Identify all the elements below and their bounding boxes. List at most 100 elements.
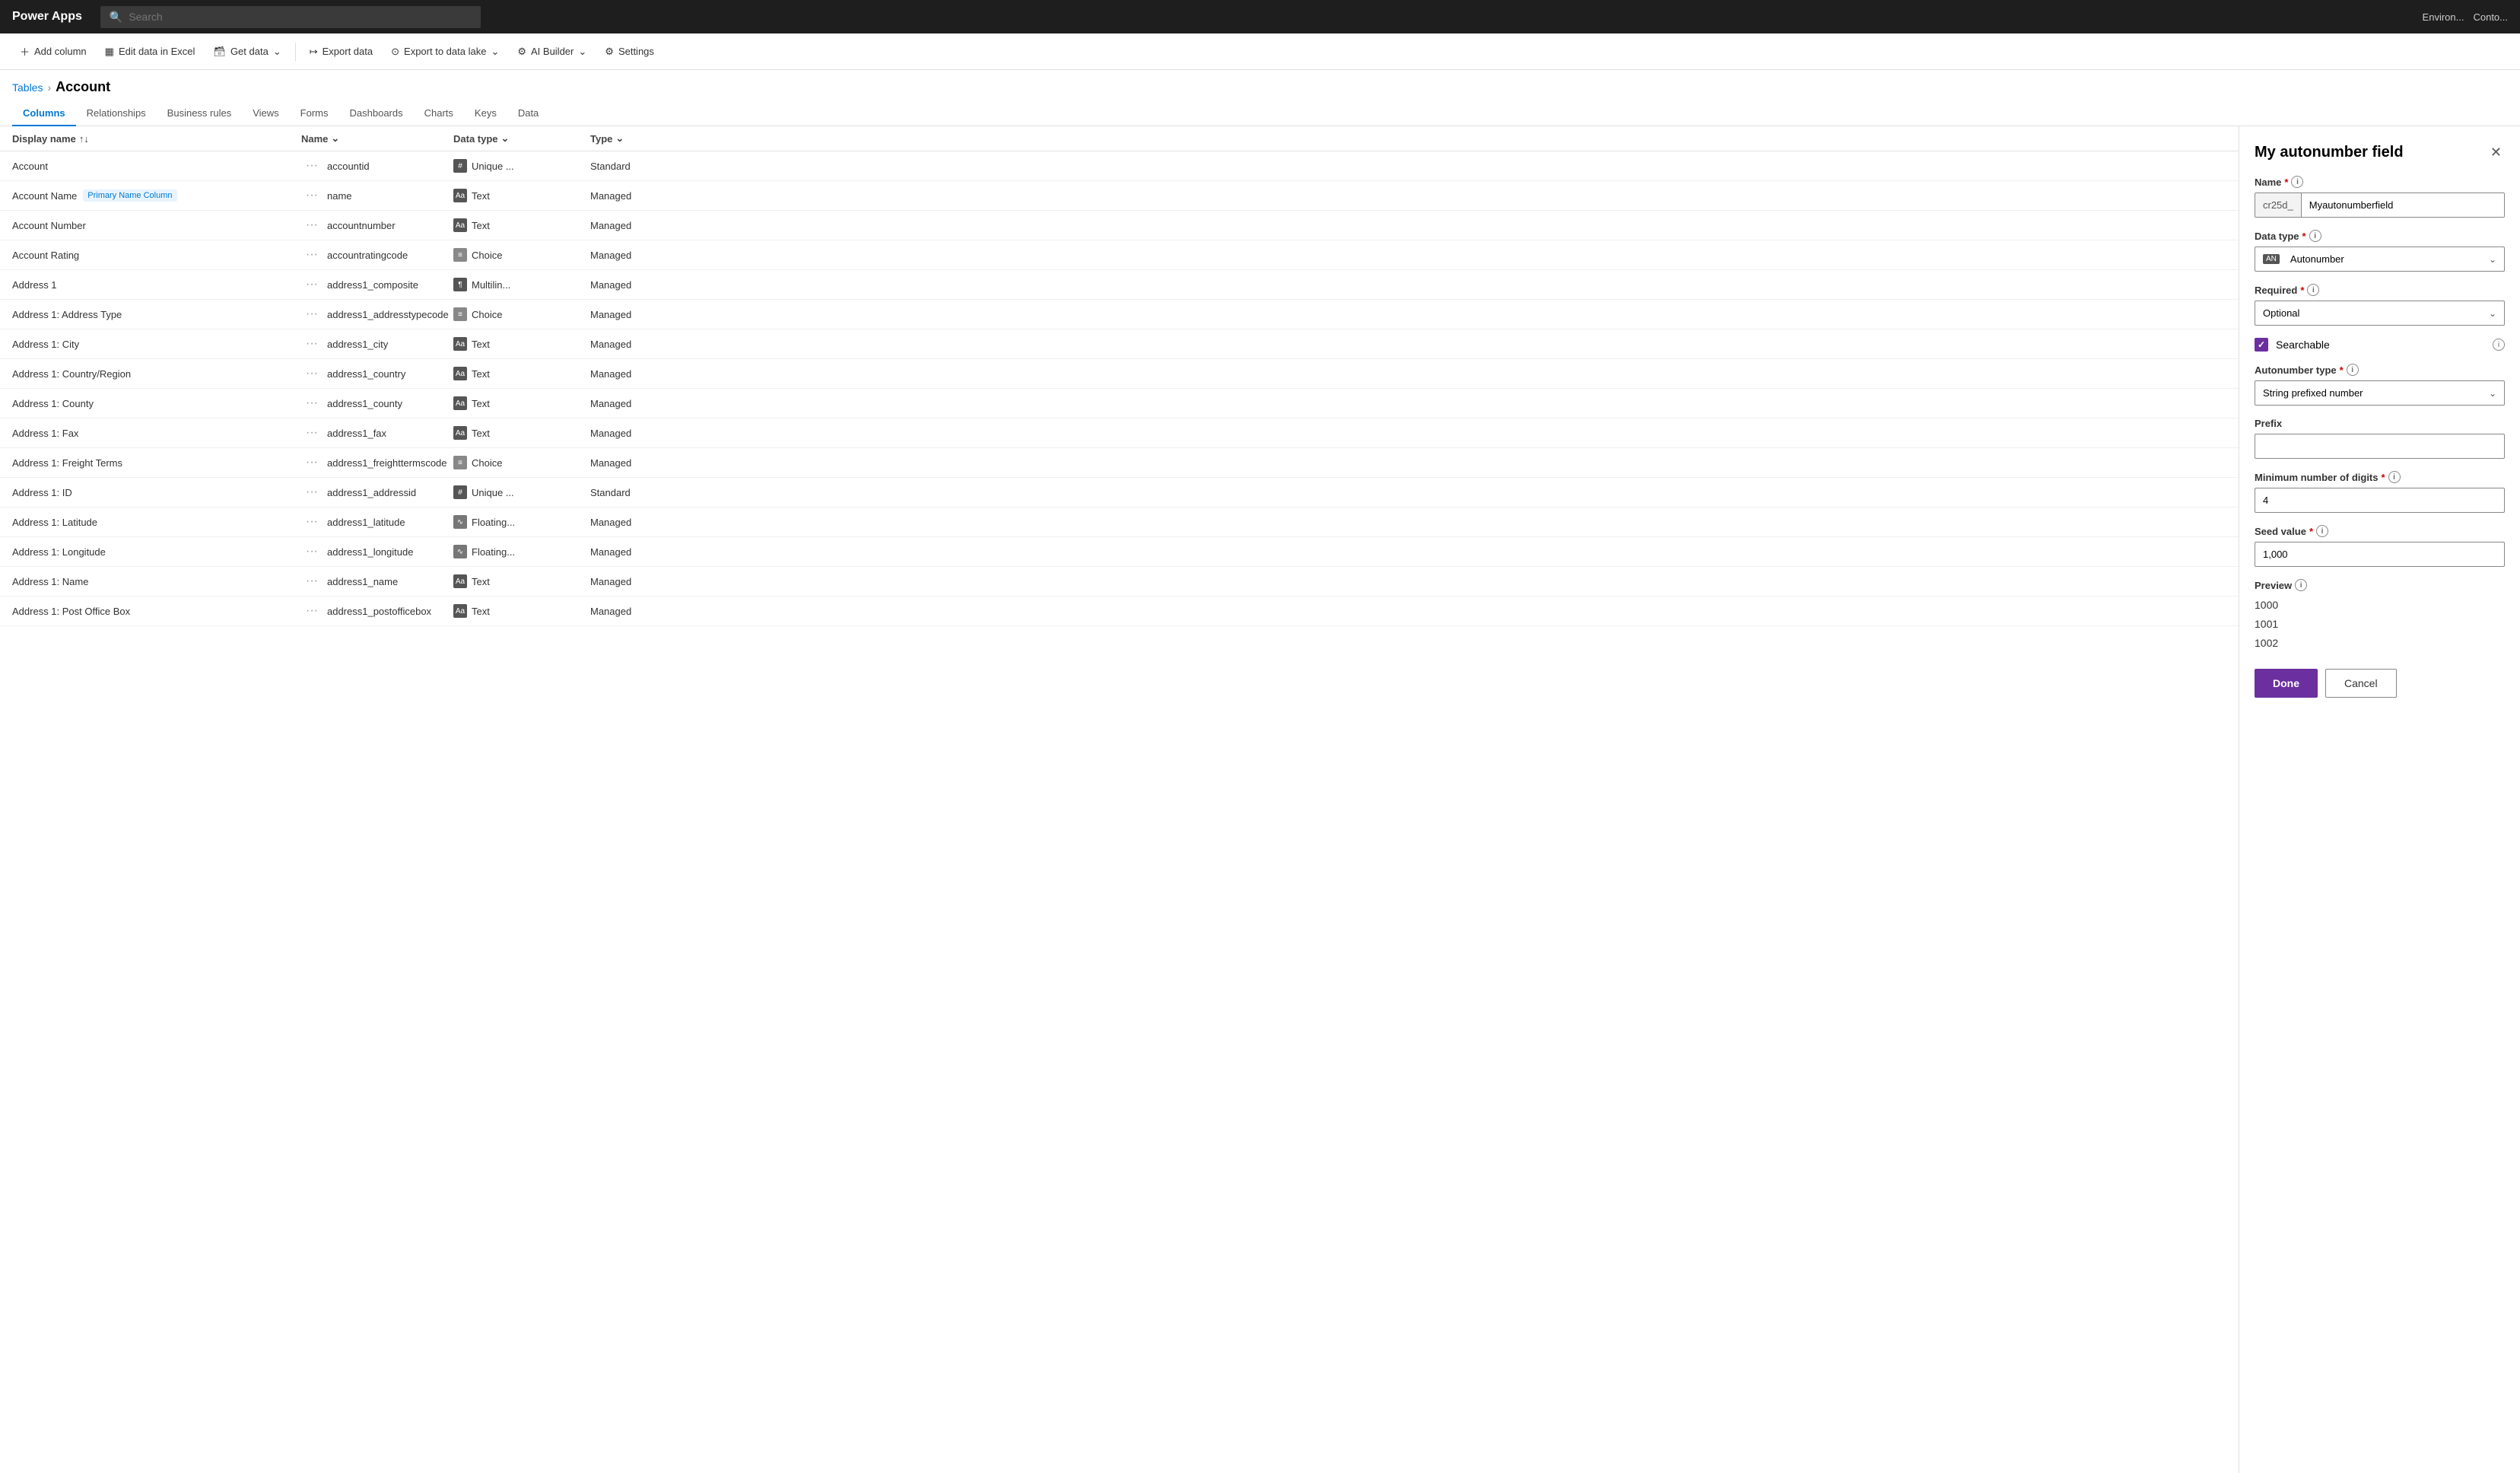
seed-input[interactable] — [2255, 542, 2505, 567]
row-name: address1_longitude — [327, 546, 413, 558]
name-info-icon[interactable]: i — [2291, 176, 2303, 188]
cancel-button[interactable]: Cancel — [2325, 669, 2397, 698]
autonumber-type-dropdown[interactable]: String prefixed number ⌄ — [2255, 380, 2505, 406]
done-button[interactable]: Done — [2255, 669, 2318, 698]
table-row[interactable]: Address 1: City ··· address1_city Aa Tex… — [0, 329, 2239, 359]
min-digits-info-icon[interactable]: i — [2388, 471, 2401, 483]
tab-columns[interactable]: Columns — [12, 101, 76, 126]
table-row[interactable]: Account ··· accountid # Unique ... Stand… — [0, 151, 2239, 181]
edit-excel-button[interactable]: ▦ Edit data in Excel — [97, 41, 203, 62]
seed-info-icon[interactable]: i — [2316, 525, 2328, 537]
required-required-star: * — [2300, 285, 2304, 296]
row-name: address1_county — [327, 398, 402, 409]
table-header: Display name ↑↓ Name ⌄ Data type ⌄ Type … — [0, 126, 2239, 151]
row-context-menu-button[interactable]: ··· — [301, 336, 323, 352]
th-data-type[interactable]: Data type ⌄ — [453, 132, 590, 145]
row-context-menu-button[interactable]: ··· — [301, 454, 323, 471]
search-input[interactable] — [129, 11, 472, 23]
table-row[interactable]: Address 1: Post Office Box ··· address1_… — [0, 597, 2239, 626]
th-type[interactable]: Type ⌄ — [590, 132, 712, 145]
row-context-menu-button[interactable]: ··· — [301, 365, 323, 382]
th-name[interactable]: Name ⌄ — [301, 132, 453, 145]
tab-views[interactable]: Views — [242, 101, 289, 126]
row-data-type: Aa Text — [453, 396, 590, 410]
name-filter-icon: ⌄ — [331, 132, 339, 145]
searchable-info-icon[interactable]: i — [2493, 339, 2505, 351]
row-name: address1_composite — [327, 279, 418, 291]
tabs-bar: Columns Relationships Business rules Vie… — [0, 101, 2520, 126]
tab-business-rules[interactable]: Business rules — [157, 101, 243, 126]
row-context-menu-button[interactable]: ··· — [301, 425, 323, 441]
table-row[interactable]: Address 1: Country/Region ··· address1_c… — [0, 359, 2239, 389]
table-row[interactable]: Address 1: Latitude ··· address1_latitud… — [0, 507, 2239, 537]
row-context-menu-button[interactable]: ··· — [301, 543, 323, 560]
row-context-menu-button[interactable]: ··· — [301, 484, 323, 501]
data-type-info-icon[interactable]: i — [2309, 230, 2321, 242]
tab-data[interactable]: Data — [507, 101, 549, 126]
required-dropdown[interactable]: Optional ⌄ — [2255, 301, 2505, 326]
prefix-field-group: Prefix — [2255, 418, 2505, 459]
min-digits-input[interactable] — [2255, 488, 2505, 513]
env-label: Environ... — [2423, 11, 2464, 23]
row-name: accountratingcode — [327, 250, 408, 261]
preview-info-icon[interactable]: i — [2295, 579, 2307, 591]
settings-button[interactable]: ⚙ Settings — [597, 41, 662, 62]
tab-keys[interactable]: Keys — [464, 101, 507, 126]
export-lake-button[interactable]: ⊙ Export to data lake ⌄ — [383, 41, 507, 62]
tab-dashboards[interactable]: Dashboards — [339, 101, 414, 126]
table-row[interactable]: Address 1: ID ··· address1_addressid # U… — [0, 478, 2239, 507]
table-row[interactable]: Address 1: Longitude ··· address1_longit… — [0, 537, 2239, 567]
row-dots-and-name: ··· name — [301, 187, 453, 204]
table-row[interactable]: Address 1 ··· address1_composite ¶ Multi… — [0, 270, 2239, 300]
row-dots-and-name: ··· accountid — [301, 157, 453, 174]
add-column-button[interactable]: ＋ Add column — [12, 40, 94, 63]
columns-table: Display name ↑↓ Name ⌄ Data type ⌄ Type … — [0, 126, 2239, 1473]
table-row[interactable]: Address 1: Address Type ··· address1_add… — [0, 300, 2239, 329]
row-name: name — [327, 190, 352, 202]
row-context-menu-button[interactable]: ··· — [301, 603, 323, 619]
search-bar[interactable]: 🔍 — [100, 6, 481, 28]
table-row[interactable]: Address 1: Name ··· address1_name Aa Tex… — [0, 567, 2239, 597]
th-display-name[interactable]: Display name ↑↓ — [12, 132, 301, 145]
breadcrumb: Tables › Account — [0, 70, 2520, 95]
data-type-dropdown[interactable]: AN Autonumber ⌄ — [2255, 247, 2505, 272]
row-data-type: Aa Text — [453, 367, 590, 380]
row-context-menu-button[interactable]: ··· — [301, 306, 323, 323]
searchable-left: Searchable — [2255, 338, 2330, 352]
row-context-menu-button[interactable]: ··· — [301, 187, 323, 204]
row-context-menu-button[interactable]: ··· — [301, 157, 323, 174]
row-context-menu-button[interactable]: ··· — [301, 573, 323, 590]
required-chevron-icon: ⌄ — [2489, 308, 2496, 319]
ai-icon: ⚙ — [517, 46, 526, 58]
row-context-menu-button[interactable]: ··· — [301, 514, 323, 530]
searchable-checkbox[interactable] — [2255, 338, 2268, 352]
datatype-icon: Aa — [453, 218, 467, 232]
tab-relationships[interactable]: Relationships — [76, 101, 157, 126]
datatype-icon: ∿ — [453, 545, 467, 558]
table-row[interactable]: Address 1: Freight Terms ··· address1_fr… — [0, 448, 2239, 478]
table-row[interactable]: Address 1: Fax ··· address1_fax Aa Text … — [0, 418, 2239, 448]
row-context-menu-button[interactable]: ··· — [301, 276, 323, 293]
prefix-input[interactable] — [2255, 434, 2505, 459]
table-row[interactable]: Account Rating ··· accountratingcode ≡ C… — [0, 240, 2239, 270]
row-context-menu-button[interactable]: ··· — [301, 395, 323, 412]
autonumber-type-info-icon[interactable]: i — [2347, 364, 2359, 376]
table-row[interactable]: Address 1: County ··· address1_county Aa… — [0, 389, 2239, 418]
export-data-button[interactable]: ↦ Export data — [302, 41, 380, 62]
tab-forms[interactable]: Forms — [290, 101, 339, 126]
required-info-icon[interactable]: i — [2307, 284, 2319, 296]
row-dots-and-name: ··· address1_fax — [301, 425, 453, 441]
tab-charts[interactable]: Charts — [414, 101, 464, 126]
table-row[interactable]: Account Number ··· accountnumber Aa Text… — [0, 211, 2239, 240]
row-context-menu-button[interactable]: ··· — [301, 247, 323, 263]
row-display-name: Address 1: Post Office Box — [12, 606, 301, 617]
row-dots-and-name: ··· address1_composite — [301, 276, 453, 293]
panel-close-button[interactable]: ✕ — [2487, 142, 2505, 164]
row-context-menu-button[interactable]: ··· — [301, 217, 323, 234]
ai-builder-button[interactable]: ⚙ AI Builder ⌄ — [510, 41, 594, 62]
breadcrumb-tables-link[interactable]: Tables — [12, 81, 43, 94]
table-row[interactable]: Account NamePrimary Name Column ··· name… — [0, 181, 2239, 211]
name-input[interactable] — [2302, 193, 2504, 217]
row-display-name: Account Number — [12, 220, 301, 231]
get-data-button[interactable]: 🗃 Get data ⌄ — [205, 41, 288, 62]
